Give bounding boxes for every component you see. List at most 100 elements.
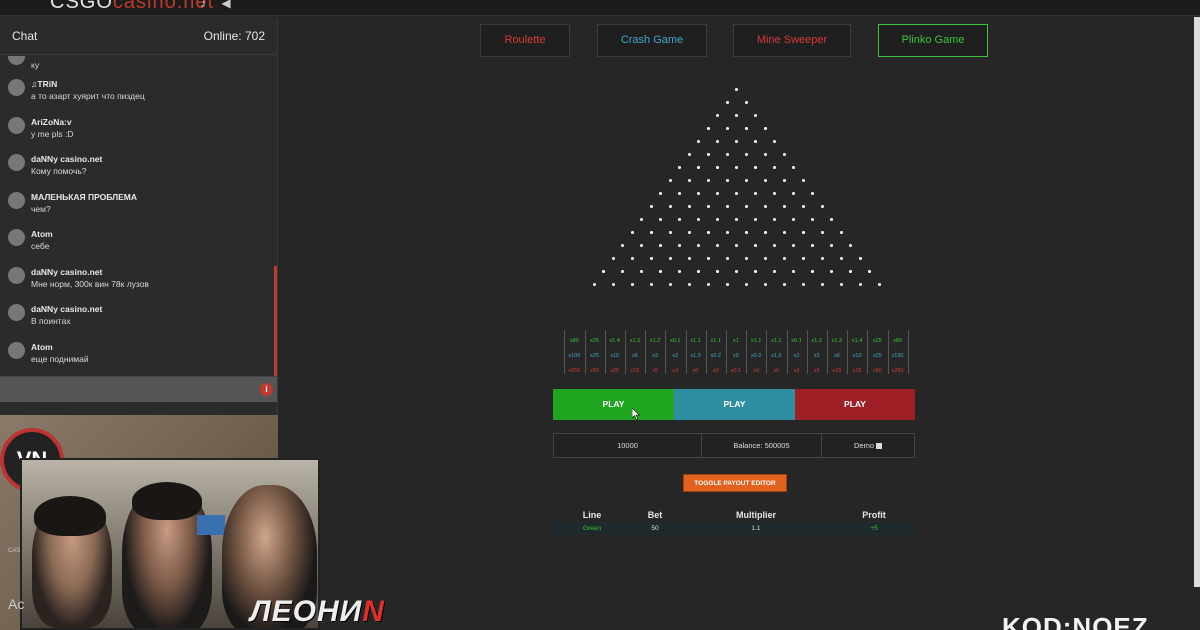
plinko-peg bbox=[621, 244, 624, 247]
message-author[interactable]: МАЛЕНЬКАЯ ПРОБЛЕМА bbox=[31, 191, 137, 203]
play-green-button[interactable]: PLAY bbox=[553, 389, 674, 420]
avatar[interactable] bbox=[8, 79, 25, 96]
plinko-peg bbox=[687, 257, 691, 260]
plinko-peg bbox=[801, 283, 805, 286]
plinko-peg bbox=[659, 192, 662, 195]
plinko-peg bbox=[697, 140, 700, 143]
plinko-peg bbox=[763, 257, 767, 260]
slot-multiplier: x10 bbox=[852, 353, 862, 359]
slot-multiplier: x1.3 bbox=[690, 353, 701, 359]
plinko-peg bbox=[706, 127, 710, 130]
play-blue-button[interactable]: PLAY bbox=[674, 389, 795, 420]
demo-toggle[interactable]: Demo bbox=[822, 434, 914, 457]
chat-messages[interactable]: ку ♫TRiN а то азарт хуярит что пиздец AriZo… bbox=[0, 56, 276, 376]
plinko-peg bbox=[716, 140, 719, 143]
message-author[interactable]: Atom bbox=[31, 228, 53, 240]
slot-multiplier: x0.1 bbox=[791, 338, 802, 344]
plinko-peg bbox=[706, 153, 710, 156]
avatar[interactable] bbox=[8, 56, 25, 65]
music-icon[interactable]: ♪ bbox=[200, 0, 206, 10]
plinko-peg bbox=[649, 283, 653, 286]
header-line: Line bbox=[582, 510, 602, 520]
header-bet: Bet bbox=[647, 510, 663, 520]
plinko-peg bbox=[811, 270, 814, 273]
plinko-peg bbox=[602, 270, 605, 273]
message-body: daNNy casino.net Кому помочь? bbox=[31, 150, 102, 177]
plinko-peg bbox=[725, 231, 729, 234]
tab-mine-sweeper[interactable]: Mine Sweeper bbox=[733, 24, 851, 57]
site-logo[interactable]: CSGOcasino.net bbox=[50, 0, 214, 14]
plinko-peg bbox=[706, 205, 710, 208]
plinko-peg bbox=[744, 153, 748, 156]
demo-checkbox[interactable] bbox=[876, 442, 882, 449]
plinko-peg bbox=[706, 231, 710, 234]
plinko-peg bbox=[773, 140, 776, 143]
chat-scrollbar[interactable] bbox=[274, 266, 277, 376]
avatar[interactable] bbox=[8, 341, 25, 359]
plinko-peg bbox=[687, 283, 691, 286]
play-red-button[interactable]: PLAY bbox=[795, 389, 915, 420]
slot-multiplier: x1.3 bbox=[771, 353, 782, 359]
plinko-peg bbox=[592, 283, 596, 286]
plinko-peg bbox=[706, 257, 710, 260]
plinko-peg bbox=[716, 166, 719, 169]
plinko-peg bbox=[763, 179, 767, 182]
plinko-peg bbox=[735, 88, 738, 91]
avatar[interactable] bbox=[8, 116, 25, 134]
online-count: Online: 702 bbox=[203, 28, 265, 43]
plinko-peg bbox=[849, 244, 852, 247]
message-author[interactable]: Atom bbox=[31, 341, 89, 353]
slot-multiplier: x1.3 bbox=[831, 338, 843, 344]
header-profit: Profit bbox=[862, 510, 886, 520]
message-author[interactable]: daNNy casino.net bbox=[31, 266, 149, 278]
message-author[interactable]: daNNy casino.net bbox=[31, 153, 102, 165]
info-icon[interactable]: i bbox=[260, 383, 273, 396]
toggle-payout-editor-button[interactable]: TOGGLE PAYOUT EDITOR bbox=[683, 474, 787, 492]
bet-amount-input[interactable]: 10000 bbox=[554, 434, 702, 457]
plinko-peg bbox=[697, 244, 700, 247]
plinko-peg bbox=[839, 257, 843, 260]
avatar[interactable] bbox=[8, 304, 25, 321]
plinko-peg bbox=[659, 244, 662, 247]
tab-crash-game[interactable]: Crash Game bbox=[597, 24, 707, 57]
slot-multiplier: x100 bbox=[891, 353, 904, 359]
message-author[interactable]: AriZoNa:v bbox=[31, 116, 74, 128]
plinko-peg bbox=[735, 218, 738, 221]
plinko-peg bbox=[858, 257, 862, 260]
plinko-peg bbox=[877, 283, 881, 286]
message-author[interactable]: daNNy casino.net bbox=[31, 303, 102, 315]
plinko-peg bbox=[782, 257, 786, 260]
message-text: Кому помочь? bbox=[31, 166, 87, 176]
row-line: Green bbox=[582, 525, 602, 532]
slot-multiplier: x0.2 bbox=[710, 353, 721, 359]
background-monitor bbox=[197, 515, 225, 535]
page-scrollbar[interactable] bbox=[1194, 17, 1200, 587]
slot-multiplier: x50 bbox=[590, 368, 599, 374]
tab-plinko-game[interactable]: Plinko Game bbox=[878, 24, 988, 57]
avatar[interactable] bbox=[8, 266, 25, 284]
plinko-peg bbox=[678, 166, 681, 169]
plinko-peg bbox=[801, 257, 805, 260]
table-row: Green 50 1.1 +5 bbox=[553, 522, 915, 535]
plinko-peg bbox=[744, 257, 748, 260]
avatar[interactable] bbox=[8, 191, 25, 209]
plinko-peg bbox=[839, 283, 843, 286]
chat-input[interactable]: i bbox=[0, 376, 277, 402]
plinko-peg bbox=[744, 283, 748, 286]
plinko-peg bbox=[773, 192, 776, 195]
tab-roulette[interactable]: Roulette bbox=[480, 24, 570, 57]
plinko-peg bbox=[744, 101, 748, 104]
volume-icon[interactable]: ◀ bbox=[221, 0, 230, 10]
avatar[interactable] bbox=[8, 229, 25, 246]
plinko-peg bbox=[763, 127, 767, 130]
plinko-peg bbox=[725, 257, 729, 260]
top-icons[interactable]: ♪ ◀ bbox=[200, 0, 231, 10]
message-author[interactable]: ♫TRiN bbox=[31, 78, 145, 90]
slot-multiplier: x0 bbox=[753, 368, 759, 374]
plinko-peg bbox=[630, 257, 634, 260]
avatar[interactable] bbox=[8, 154, 25, 171]
message-text: у me pls :D bbox=[31, 128, 74, 139]
message-text: а то азарт хуярит что пиздец bbox=[31, 91, 145, 101]
plinko-peg bbox=[849, 270, 852, 273]
plinko-peg bbox=[735, 270, 738, 273]
